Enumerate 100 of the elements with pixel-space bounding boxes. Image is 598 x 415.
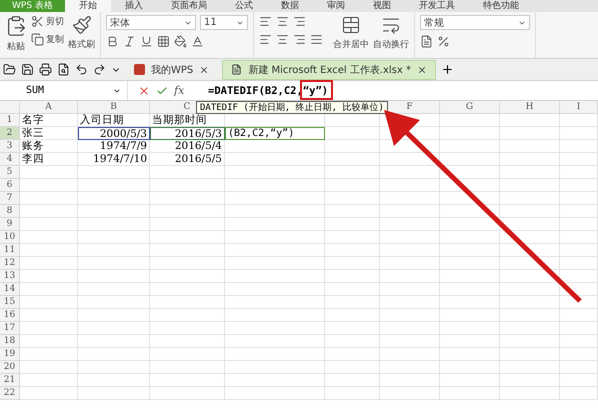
close-icon[interactable] [416,64,427,74]
table-cell[interactable] [325,348,380,361]
table-cell[interactable] [225,166,325,179]
table-cell[interactable] [500,166,560,179]
underline-icon[interactable] [140,35,153,48]
print-preview-icon[interactable] [57,63,70,76]
table-cell[interactable] [500,140,560,153]
table-cell[interactable] [560,140,598,153]
check-icon[interactable] [156,84,168,96]
table-cell[interactable] [78,335,150,348]
table-cell[interactable] [150,205,225,218]
row-header[interactable]: 6 [0,179,20,192]
table-cell[interactable] [225,283,325,296]
table-cell[interactable] [560,283,598,296]
redo-icon[interactable] [93,63,106,76]
ribbon-tab[interactable]: 开始 [64,0,111,12]
table-cell[interactable] [560,153,598,166]
table-cell[interactable] [78,309,150,322]
table-cell[interactable] [500,218,560,231]
save-icon[interactable] [21,63,34,76]
table-cell[interactable] [225,218,325,231]
table-cell[interactable] [20,257,78,270]
table-cell[interactable] [380,374,440,387]
table-cell[interactable] [150,374,225,387]
row-header[interactable]: 14 [0,283,20,296]
table-cell[interactable] [380,283,440,296]
table-cell[interactable] [380,361,440,374]
table-cell[interactable] [225,205,325,218]
table-cell[interactable] [560,374,598,387]
row-header[interactable]: 3 [0,140,20,153]
table-cell[interactable] [325,335,380,348]
row-header[interactable]: 12 [0,257,20,270]
table-cell[interactable] [325,127,380,140]
table-cell[interactable] [225,348,325,361]
table-cell[interactable]: 账务 [20,140,78,153]
table-cell[interactable] [500,231,560,244]
table-cell[interactable] [20,270,78,283]
font-color-icon[interactable] [191,35,204,48]
ribbon-tab[interactable]: 视图 [358,0,405,12]
fill-color-icon[interactable] [174,35,187,48]
table-cell[interactable] [20,309,78,322]
table-cell[interactable] [440,244,500,257]
table-cell[interactable] [225,231,325,244]
table-cell[interactable] [225,192,325,205]
table-cell[interactable] [560,296,598,309]
table-cell[interactable] [500,309,560,322]
table-cell[interactable] [150,192,225,205]
table-cell[interactable] [440,322,500,335]
table-cell[interactable] [78,348,150,361]
table-cell[interactable] [78,322,150,335]
table-cell[interactable] [380,153,440,166]
ribbon-tab[interactable]: 插入 [110,0,157,12]
table-cell[interactable] [440,374,500,387]
ribbon-tab[interactable]: 数据 [266,0,313,12]
table-cell[interactable] [440,283,500,296]
table-cell[interactable] [20,218,78,231]
table-cell[interactable] [325,257,380,270]
table-cell[interactable]: 张三 [20,127,78,140]
table-cell[interactable] [560,231,598,244]
table-cell[interactable] [380,257,440,270]
table-cell[interactable] [150,335,225,348]
table-cell[interactable] [440,348,500,361]
table-cell[interactable] [20,244,78,257]
table-cell[interactable] [380,192,440,205]
table-cell[interactable] [560,309,598,322]
table-cell[interactable]: 2000/5/3 [78,127,150,140]
row-header[interactable]: 7 [0,192,20,205]
ribbon-tab[interactable]: 审阅 [312,0,359,12]
row-header[interactable]: 11 [0,244,20,257]
table-cell[interactable] [380,348,440,361]
table-cell[interactable] [325,374,380,387]
table-cell[interactable] [440,361,500,374]
table-cell[interactable] [325,179,380,192]
ribbon-tab[interactable]: 页面布局 [156,0,221,12]
table-cell[interactable] [380,166,440,179]
table-cell[interactable] [78,192,150,205]
table-cell[interactable] [560,179,598,192]
table-cell[interactable] [560,387,598,400]
table-cell[interactable] [560,348,598,361]
table-cell[interactable] [380,270,440,283]
table-cell[interactable] [150,387,225,400]
table-cell[interactable] [78,166,150,179]
table-cell[interactable] [150,283,225,296]
ribbon-tab[interactable]: 特色功能 [468,0,533,12]
table-cell[interactable] [325,166,380,179]
table-cell[interactable] [500,127,560,140]
table-cell[interactable] [560,166,598,179]
table-cell[interactable] [560,192,598,205]
table-cell[interactable] [225,179,325,192]
table-cell[interactable] [225,257,325,270]
table-cell[interactable] [560,335,598,348]
justify-icon[interactable] [310,33,323,46]
table-cell[interactable] [380,322,440,335]
document-tab[interactable]: 新建 Microsoft Excel 工作表.xlsx * [222,60,436,80]
table-cell[interactable] [78,374,150,387]
copy-button[interactable]: 复制 [31,33,64,46]
table-cell[interactable] [500,244,560,257]
table-cell[interactable] [150,296,225,309]
table-cell[interactable] [500,296,560,309]
table-cell[interactable] [440,270,500,283]
